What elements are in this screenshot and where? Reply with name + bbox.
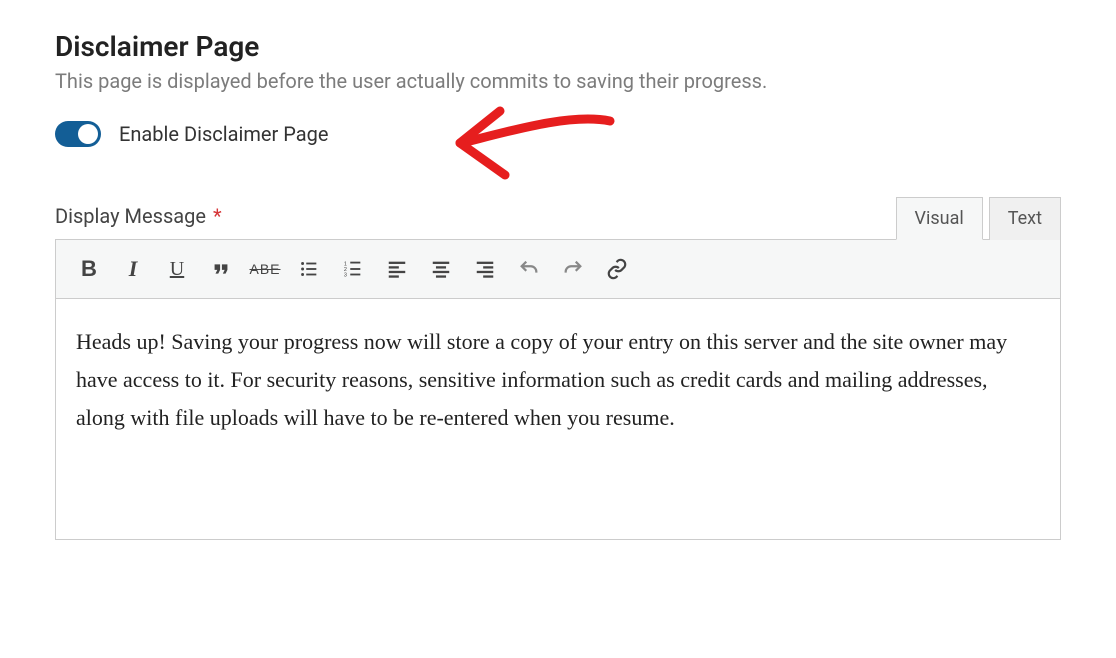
editor-content[interactable]: Heads up! Saving your progress now will … (56, 299, 1060, 539)
section-title: Disclaimer Page (55, 30, 1061, 63)
editor-tabs: Visual Text (896, 197, 1061, 240)
blockquote-button[interactable] (202, 250, 240, 288)
bold-button[interactable]: B (70, 250, 108, 288)
field-label-row: Display Message * Visual Text (55, 197, 1061, 240)
arrow-annotation-icon (450, 93, 620, 188)
bullet-list-button[interactable] (290, 250, 328, 288)
field-label-text: Display Message (55, 204, 206, 228)
toggle-row: Enable Disclaimer Page (55, 121, 1061, 147)
undo-button[interactable] (510, 250, 548, 288)
section-description: This page is displayed before the user a… (55, 69, 1061, 93)
tab-visual[interactable]: Visual (896, 197, 983, 240)
required-mark: * (213, 204, 222, 228)
link-button[interactable] (598, 250, 636, 288)
align-center-button[interactable] (422, 250, 460, 288)
numbered-list-button[interactable]: 123 (334, 250, 372, 288)
editor-toolbar: B I U ABE 123 (56, 240, 1060, 299)
align-right-button[interactable] (466, 250, 504, 288)
toggle-label: Enable Disclaimer Page (119, 122, 328, 146)
align-left-button[interactable] (378, 250, 416, 288)
italic-button[interactable]: I (114, 250, 152, 288)
tab-text[interactable]: Text (989, 197, 1061, 240)
enable-disclaimer-toggle[interactable] (55, 121, 101, 147)
display-message-label: Display Message * (55, 204, 222, 240)
underline-button[interactable]: U (158, 250, 196, 288)
editor: B I U ABE 123 Heads up! Saving (55, 239, 1061, 540)
redo-button[interactable] (554, 250, 592, 288)
strikethrough-button[interactable]: ABE (246, 250, 284, 288)
svg-text:3: 3 (344, 272, 347, 278)
